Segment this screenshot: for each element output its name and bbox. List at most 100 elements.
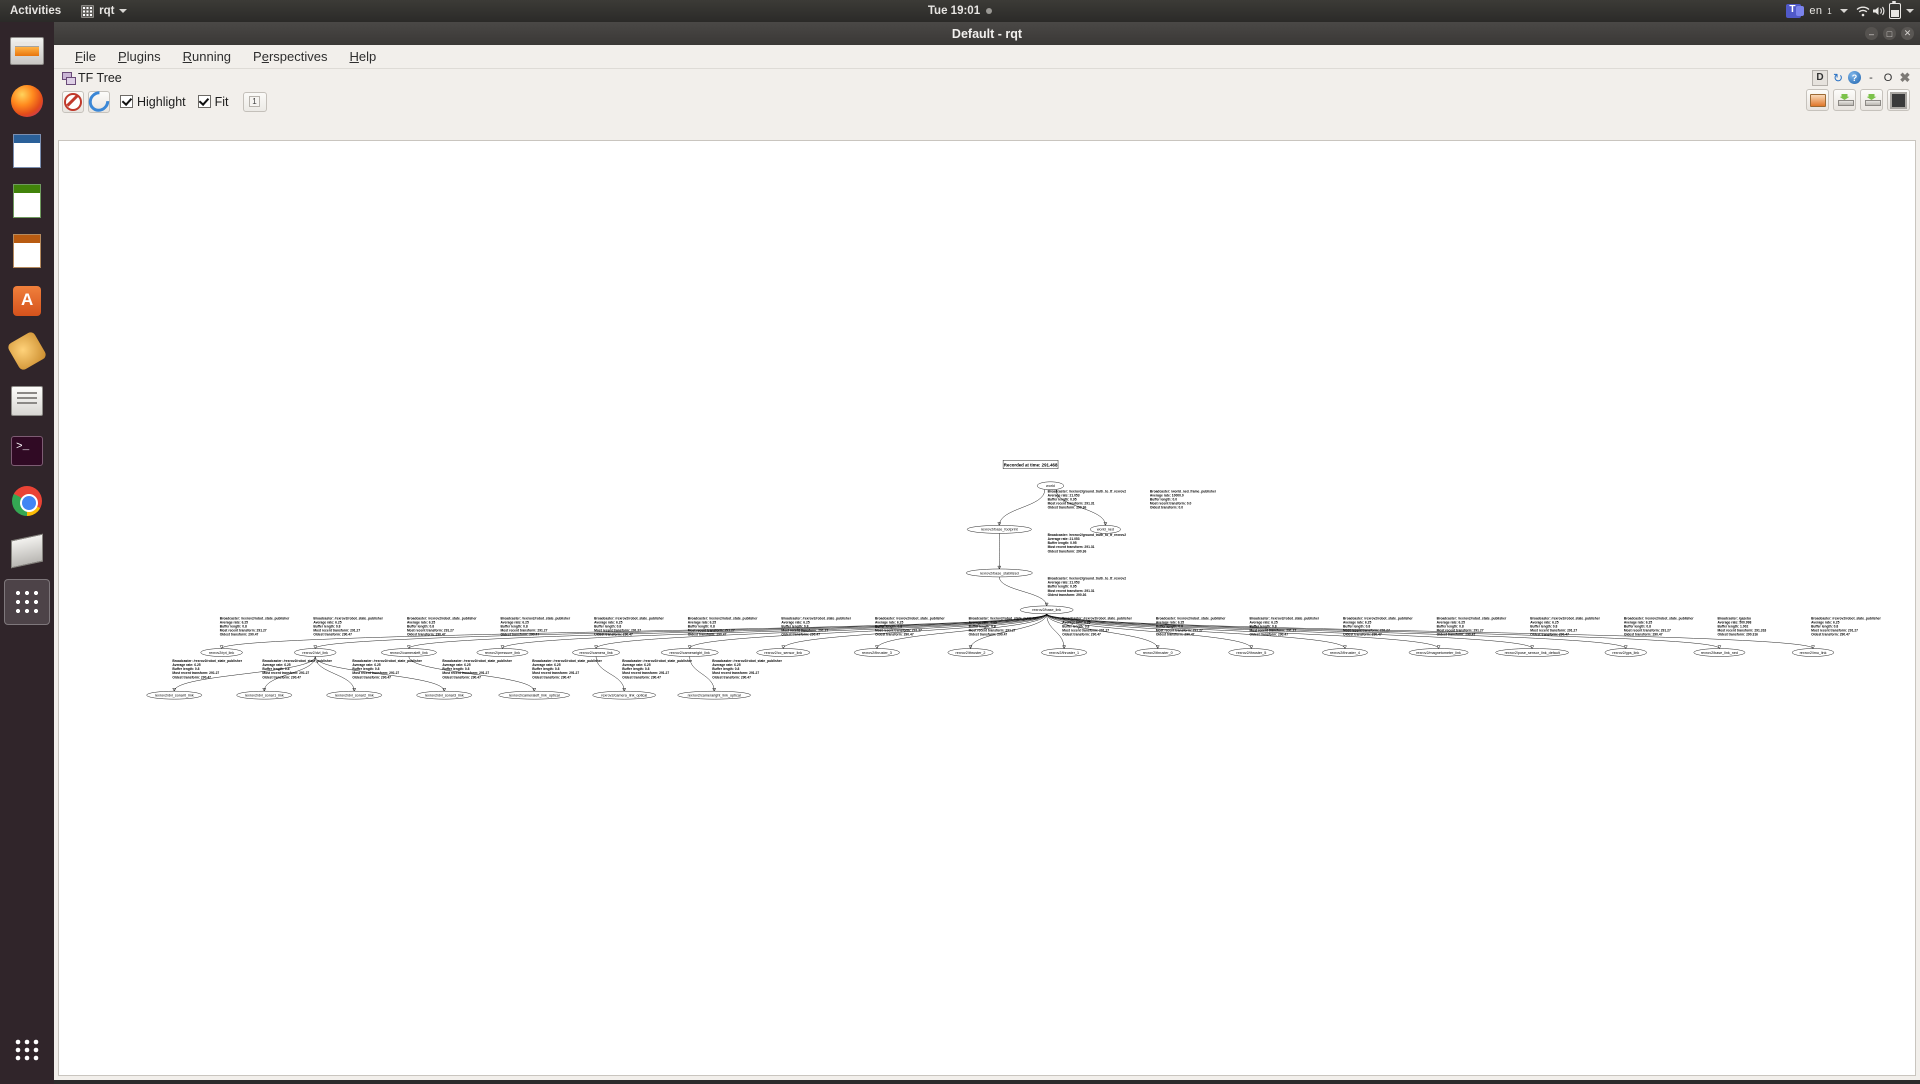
- teams-icon[interactable]: [1786, 4, 1805, 18]
- plugin-dock-controls: D ↻ ? - O ✖: [1812, 68, 1912, 87]
- edge-label-oldest: Oldest transform: 290.36: [1048, 506, 1087, 510]
- graph-node-label: rexrov2/dvl_sonar2_link: [335, 693, 374, 697]
- menu-file[interactable]: File: [64, 47, 107, 66]
- wifi-icon[interactable]: [1856, 5, 1870, 17]
- graph-node-label: rexrov2/thruster_3: [862, 651, 892, 655]
- load-dot-button[interactable]: [1806, 89, 1829, 111]
- edge-label-oldest: Oldest transform: 0.0: [1150, 506, 1183, 510]
- edge-label-oldest: Oldest transform: 290.47: [501, 633, 540, 637]
- graph-canvas[interactable]: Recorded at time: 291.468 Broadcaster: /r…: [58, 140, 1916, 1076]
- graph-node-label: rexrov2/thruster_0: [1143, 651, 1173, 655]
- tf-tree-graph[interactable]: Recorded at time: 291.468Broadcaster: /r…: [59, 141, 1915, 1075]
- edge-label-oldest: Oldest transform: 290.47: [262, 675, 301, 679]
- graph-node-label: rexrov2/dvl_sonar3_link: [425, 693, 464, 697]
- edge-label-oldest: Oldest transform: 290.47: [442, 675, 481, 679]
- dock-d-button[interactable]: D: [1812, 69, 1828, 86]
- keyboard-layout-label: en: [1809, 5, 1823, 17]
- edge-label-oldest: Oldest transform: 290.47: [688, 633, 727, 637]
- save-icon: [1864, 94, 1881, 106]
- keyboard-layout-button[interactable]: en 1: [1803, 0, 1854, 22]
- window-title-bar[interactable]: Default - rqt – □ ✕: [54, 22, 1920, 45]
- activities-button[interactable]: Activities: [0, 0, 71, 22]
- system-caret-icon[interactable]: [1906, 9, 1914, 13]
- gnome-top-bar: Activities rqt Tue 19:01 en 1: [0, 0, 1920, 22]
- tf-tree-toolbar: Highlight Fit 1: [58, 87, 1916, 116]
- maximize-button[interactable]: □: [1883, 27, 1896, 40]
- launcher-item-firefox[interactable]: [5, 79, 49, 123]
- graph-node-label: rexrov2/cc_sensor_link: [764, 651, 802, 655]
- launcher-item-all-apps[interactable]: [5, 1028, 49, 1072]
- clock-button[interactable]: Tue 19:01: [928, 0, 980, 22]
- launcher-item-text-editor[interactable]: [5, 379, 49, 423]
- graph-node-label: rexrov2/imu_link: [1800, 651, 1827, 655]
- highlight-label: Highlight: [137, 94, 186, 109]
- highlight-checkbox[interactable]: Highlight: [120, 95, 186, 109]
- dock-maximize-button[interactable]: O: [1881, 71, 1895, 85]
- launcher-item-writer[interactable]: [5, 129, 49, 173]
- edge-label-oldest: Oldest transform: 290.47: [220, 633, 259, 637]
- save-dot-button[interactable]: [1833, 89, 1856, 111]
- stop-icon: [64, 92, 82, 111]
- launcher-item-impress[interactable]: [5, 229, 49, 273]
- calc-icon: [13, 184, 41, 218]
- close-icon[interactable]: ✖: [1898, 70, 1912, 85]
- toolbar-right-buttons: [1806, 89, 1910, 111]
- menu-plugins[interactable]: Plugins: [107, 47, 172, 66]
- battery-icon[interactable]: [1889, 0, 1901, 19]
- graph-node-label: rexrov2/dvl_link: [302, 651, 328, 655]
- unity-launcher: [0, 22, 54, 1084]
- dock-minimize-button[interactable]: -: [1864, 71, 1878, 85]
- window-controls: – □ ✕: [1865, 22, 1914, 45]
- chevron-down-icon: [1840, 9, 1848, 13]
- fit-checkbox[interactable]: Fit: [197, 95, 229, 109]
- menu-help[interactable]: Help: [338, 47, 387, 66]
- launcher-item-chrome[interactable]: [5, 479, 49, 523]
- graph-node-label: rexrov2/cameraleft_link: [390, 651, 428, 655]
- graph-edge: [689, 656, 715, 692]
- launcher-item-terminal[interactable]: [5, 429, 49, 473]
- graph-node-label: world_ned: [1097, 528, 1114, 532]
- menu-bar: File Plugins Running Perspectives Help: [54, 45, 1920, 69]
- graph-node-label: rexrov2/thruster_5: [1236, 651, 1266, 655]
- edge-label-oldest: Oldest transform: 290.47: [1062, 633, 1101, 637]
- edge-label-oldest: Oldest transform: 290.47: [407, 633, 446, 637]
- graph-node-label: rexrov2/base_link_ned: [1701, 651, 1738, 655]
- launcher-item-software[interactable]: [5, 279, 49, 323]
- app-menu-button[interactable]: rqt: [71, 0, 137, 22]
- launcher-item-calc[interactable]: [5, 179, 49, 223]
- impress-icon: [13, 234, 41, 268]
- launcher-item-settings[interactable]: [5, 329, 49, 373]
- launcher-item-files[interactable]: [5, 29, 49, 73]
- edge-label-oldest: Oldest transform: 290.47: [781, 633, 820, 637]
- minimize-button[interactable]: –: [1865, 27, 1878, 40]
- graph-edge-arrow: [172, 688, 177, 692]
- save-image-button[interactable]: [1887, 89, 1910, 111]
- volume-icon[interactable]: [1872, 5, 1887, 17]
- edge-label-oldest: Oldest transform: 290.47: [594, 633, 633, 637]
- tf-tree-plugin: TF Tree D ↻ ? - O ✖ Highlight Fit 1 Reco…: [54, 68, 1920, 1080]
- depth-value: 1: [249, 96, 260, 107]
- activities-label: Activities: [10, 5, 62, 17]
- close-button[interactable]: ✕: [1901, 27, 1914, 40]
- refresh-button[interactable]: [84, 87, 114, 116]
- clock-label: Tue 19:01: [927, 5, 981, 17]
- save-svg-button[interactable]: [1860, 89, 1883, 111]
- graph-edge-arrow: [219, 645, 224, 649]
- edge-label-oldest: Oldest transform: 290.47: [352, 675, 391, 679]
- reload-icon[interactable]: ↻: [1831, 71, 1845, 85]
- plugin-header: TF Tree D ↻ ? - O ✖: [58, 68, 1916, 87]
- graph-node-label: rexrov2/thruster_4: [1330, 651, 1360, 655]
- depth-spinbox[interactable]: 1: [242, 91, 267, 112]
- edge-label-oldest: Oldest transform: 290.47: [712, 675, 751, 679]
- launcher-item-app-grid[interactable]: [4, 579, 50, 625]
- help-icon[interactable]: ?: [1848, 71, 1861, 84]
- checkbox-box: [197, 95, 211, 108]
- stop-button[interactable]: [62, 90, 84, 113]
- graph-edge-arrow: [1155, 645, 1160, 649]
- files-icon: [10, 37, 44, 65]
- edge-label-oldest: Oldest transform: 290.36: [1048, 593, 1087, 597]
- menu-perspectives[interactable]: Perspectives: [242, 47, 338, 66]
- menu-running[interactable]: Running: [172, 47, 242, 66]
- all-apps-icon: [14, 1039, 40, 1061]
- launcher-item-blender[interactable]: [5, 529, 49, 573]
